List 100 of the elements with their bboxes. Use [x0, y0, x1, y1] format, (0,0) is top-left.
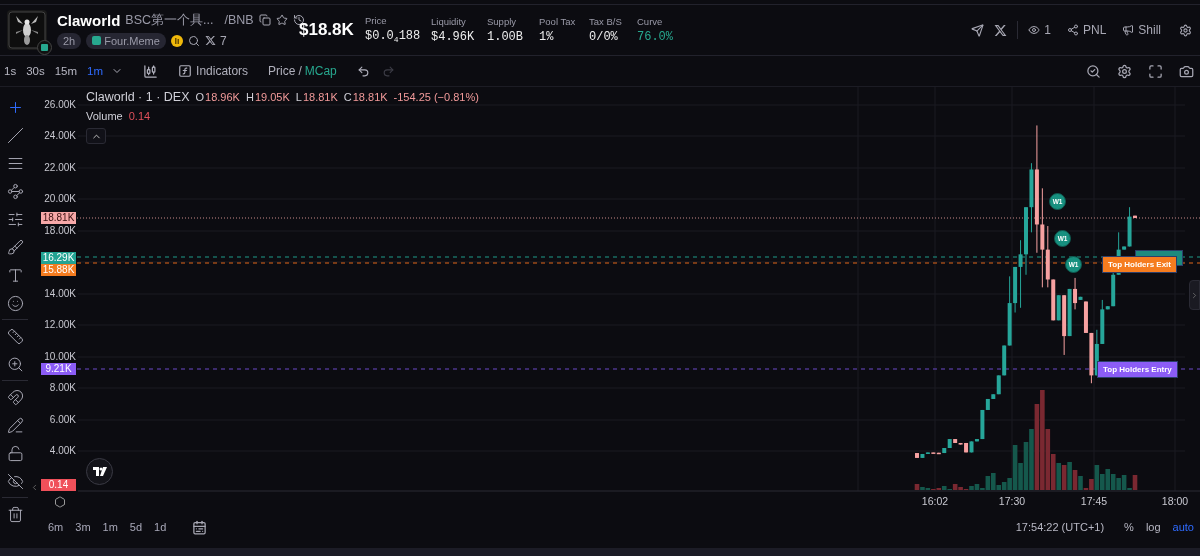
ohlc-label: L [295, 91, 302, 103]
ohlc-value: 18.96K [205, 91, 240, 103]
stat-value: 1.00B [487, 30, 524, 44]
scale-option[interactable]: % [1124, 521, 1134, 533]
time-axis-label: 17:30 [998, 495, 1026, 507]
y-axis-label: 22.00K [43, 162, 76, 173]
x-logo-icon [994, 23, 1008, 37]
y-axis-label: 6.00K [48, 414, 76, 425]
eye-icon [1028, 24, 1041, 36]
platform-icon [92, 36, 102, 45]
x-icon[interactable] [994, 23, 1008, 37]
range-option[interactable]: 1d [154, 521, 167, 533]
token-pair: /BNB [224, 13, 254, 27]
share-icon [1066, 24, 1079, 36]
range-option[interactable]: 1m [102, 521, 118, 533]
camera-icon[interactable] [1179, 63, 1194, 79]
pnl-button[interactable]: PNL [1066, 23, 1107, 37]
function-icon [178, 64, 193, 78]
ohlc-value: 18.81K [302, 91, 338, 103]
stat-value: 1% [539, 30, 555, 44]
chart-symbol: Claworld · 1 · DEX [86, 90, 190, 104]
holder-tag: Top Holders Entry [1097, 361, 1178, 378]
volume-value: 0.14 [128, 110, 151, 122]
y-axis-label: 20.00K [43, 193, 76, 204]
y-axis-label: 26.00K [43, 99, 76, 110]
stat-label: Curve [637, 16, 664, 27]
settings-icon[interactable] [1117, 63, 1132, 79]
y-axis-label: 10.00K [43, 351, 76, 362]
settings-icon[interactable] [1179, 23, 1192, 37]
y-axis-label: 4.00K [48, 445, 76, 456]
scale-option[interactable]: auto [1172, 521, 1194, 533]
range-option[interactable]: 3m [75, 521, 91, 533]
ohlc-value: 19.05K [254, 91, 290, 103]
calendar-icon[interactable] [192, 519, 208, 535]
y-axis-label: 18.00K [43, 225, 76, 236]
price-mode-option[interactable]: Price [268, 64, 296, 78]
platform-badge-icon [37, 40, 52, 55]
price-tag: 0.14 [41, 479, 76, 491]
x-count[interactable]: 7 [204, 33, 227, 48]
platform-tag[interactable]: Four.Meme [86, 32, 166, 49]
indicators-button[interactable]: Indicators [178, 64, 249, 78]
stat-label: Price [365, 15, 388, 27]
volume-label: Volume [86, 110, 123, 122]
price-tag: 9.21K [41, 363, 76, 375]
stat-value: $0.0$_{4}$188 [365, 29, 421, 45]
shill-button[interactable]: Shill [1122, 23, 1161, 37]
copy-icon[interactable] [258, 14, 271, 26]
y-axis-label: 14.00K [43, 288, 76, 299]
undo-icon[interactable] [356, 64, 370, 78]
collapse-button[interactable] [86, 128, 106, 144]
ohlc-value: 18.81K [352, 91, 388, 103]
y-axis-label: 12.00K [43, 319, 76, 330]
price-tag: 16.29K [41, 252, 76, 264]
x-logo-icon [204, 35, 216, 46]
watchers-button[interactable]: 1 [1028, 23, 1051, 37]
y-axis-label: 24.00K [43, 130, 76, 141]
y-axis-label: 8.00K [48, 382, 76, 393]
megaphone-icon [1122, 24, 1135, 36]
range-option[interactable]: 5d [129, 521, 143, 533]
price-tag: 18.81K [41, 212, 76, 224]
interval-option[interactable]: 1s [2, 65, 19, 77]
time-axis-label: 16:02 [921, 495, 949, 507]
mode-separator: / [298, 64, 302, 78]
age-badge: 2h [57, 32, 82, 49]
search-icon[interactable] [187, 34, 200, 47]
stat-label: Supply [487, 16, 518, 27]
ohlc-label: O [195, 91, 205, 103]
ohlc-label: C [343, 91, 352, 103]
price-mode-option[interactable]: MCap [304, 64, 337, 78]
range-option[interactable]: 6m [48, 521, 64, 533]
candlestick-icon[interactable] [143, 63, 159, 79]
time-axis-label: 17:45 [1080, 495, 1108, 507]
price-tag: 15.88K [41, 264, 76, 276]
send-icon[interactable] [971, 23, 985, 37]
coin-icon[interactable] [170, 34, 183, 47]
stat-value: $4.96K [431, 30, 476, 44]
price-change: -154.25 (−0.81%) [393, 91, 479, 103]
time-axis-label: 18:00 [1161, 495, 1189, 507]
scale-option[interactable]: log [1145, 521, 1161, 533]
stat-value: 0/0% [589, 30, 619, 44]
star-icon[interactable] [275, 14, 288, 26]
chart-settings-icon[interactable] [54, 496, 66, 508]
holder-tag: Top Holders Exit [1102, 256, 1177, 273]
stat-label: Liquidity [431, 16, 467, 27]
token-name: Claworld [57, 11, 121, 29]
interval-option[interactable]: 1m [85, 65, 106, 77]
stat-label: Pool Tax [539, 16, 577, 27]
ohlc-label: H [245, 91, 254, 103]
interval-option[interactable]: 30s [24, 65, 47, 77]
interval-option[interactable]: 15m [52, 65, 80, 77]
chevron-left-icon[interactable] [30, 483, 39, 492]
fullscreen-icon[interactable] [1148, 63, 1163, 79]
token-description: BSC第一个具... [125, 11, 214, 29]
quick-search-icon[interactable] [1086, 63, 1101, 79]
market-cap: $18.8K [299, 20, 355, 40]
tradingview-logo-icon[interactable] [86, 458, 113, 485]
stat-label: Tax B/S [589, 16, 623, 27]
chevron-right-icon [1190, 290, 1199, 300]
stat-value: 76.0% [637, 30, 674, 44]
clock-time: 17:54:22 (UTC+1) [1015, 521, 1105, 533]
